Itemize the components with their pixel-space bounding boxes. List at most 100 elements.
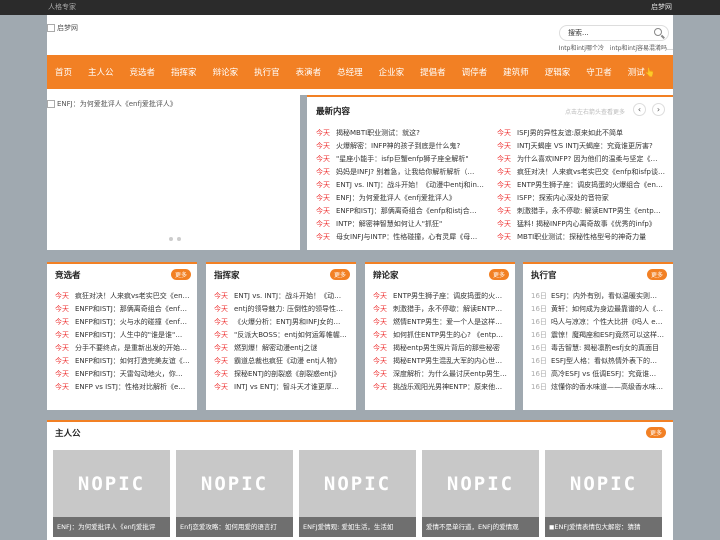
- nav-item-executive[interactable]: 执行官: [246, 66, 288, 78]
- list-item[interactable]: 今天 ENTJ vs. INTJ：战斗开始！《动…: [214, 290, 350, 303]
- nav-item-entrepreneur[interactable]: 企业家: [371, 66, 413, 78]
- thumbnail-caption[interactable]: ENFJ爱情观: 爱如生活，生活如: [299, 517, 416, 537]
- list-item[interactable]: 今天 深度解析：为什么最讨厌entp男生…: [373, 368, 509, 381]
- nopic-placeholder-image[interactable]: NOPIC: [545, 450, 662, 517]
- list-item[interactable]: 今天 疯狂对决！人来疯vs老实巴交《enfp和isfp谈…: [497, 166, 667, 179]
- list-item[interactable]: 今天 猛料! 揭秘INFP内心离奇故事《优秀的infp》: [497, 218, 667, 231]
- nav-item-campaigner[interactable]: 竞选者: [122, 66, 164, 78]
- next-arrow-icon[interactable]: ›: [652, 103, 665, 116]
- item-title-link[interactable]: 深度解析：为什么最讨厌entp男生…: [393, 368, 507, 381]
- list-item[interactable]: 今天 ISFJ男的异性友谊:原来如此不简单: [497, 127, 667, 140]
- item-title-link[interactable]: MBTI职业测试：探秘性格型号的神奇力量: [517, 231, 646, 244]
- thumbnail-caption[interactable]: 爱情不是单行道，ENFJ的爱情观: [422, 517, 539, 537]
- list-item[interactable]: 今天 妈妈是INFJ? 别着急，让我给你解析解析（…: [316, 166, 491, 179]
- slider-dot[interactable]: [177, 237, 181, 241]
- list-item[interactable]: 今天 MBTI职业测试：探秘性格型号的神奇力量: [497, 231, 667, 244]
- item-title-link[interactable]: 疯狂对决！人来疯vs老实巴交《enfp…: [75, 290, 191, 303]
- item-title-link[interactable]: 吗人与凉凉：个性大比拼《吗人 e…: [551, 316, 663, 329]
- nopic-placeholder-image[interactable]: NOPIC: [176, 450, 293, 517]
- item-title-link[interactable]: 《火爆分析：ENTJ男和INFJ女的…: [234, 316, 340, 329]
- list-item[interactable]: 今天 霸道总裁也疯狂《动漫 entj人物》: [214, 355, 350, 368]
- list-item[interactable]: 今天 "反派大BOSS：entj如何运筹帷幄…: [214, 329, 350, 342]
- item-title-link[interactable]: 燃到爆！解密动漫entj之谜: [234, 342, 317, 355]
- list-item[interactable]: 今天 刺激猎手，永不停歇: 解读ENTP男生《entp…: [497, 205, 667, 218]
- item-title-link[interactable]: ENTJ vs. INTJ：战斗开始！《动…: [234, 290, 341, 303]
- more-button[interactable]: 更多: [488, 269, 509, 280]
- item-title-link[interactable]: ISFP：探索内心深处的音符家: [517, 192, 609, 205]
- list-item[interactable]: 今天 INTJ天蝎座 VS INTJ天蝎座：究竟谁更厉害?: [497, 140, 667, 153]
- nopic-placeholder-image[interactable]: NOPIC: [53, 450, 170, 517]
- item-title-link[interactable]: "反派大BOSS：entj如何运筹帷幄…: [234, 329, 347, 342]
- list-item[interactable]: 今天 火爆解密：INFP神的孩子到底是什么鬼?: [316, 140, 491, 153]
- nav-item-debater[interactable]: 辩论家: [205, 66, 247, 78]
- item-title-link[interactable]: 疯狂对决！人来疯vs老实巴交《enfp和isfp谈…: [517, 166, 665, 179]
- list-item[interactable]: 今天 揭秘MBTI职业测试：就这?: [316, 127, 491, 140]
- list-item[interactable]: 今天 ISFP：探索内心深处的音符家: [497, 192, 667, 205]
- hot-search-link[interactable]: Intp和intj哪个冷: [559, 45, 604, 52]
- nav-item-commander[interactable]: 指挥家: [163, 66, 205, 78]
- item-title-link[interactable]: ESFJ：内外有别，看似温暖实则…: [551, 290, 657, 303]
- item-title-link[interactable]: 火爆解密：INFP神的孩子到底是什么鬼?: [336, 140, 460, 153]
- list-item[interactable]: 今天 INTP：解密神智慧如何让人"抓狂": [316, 218, 491, 231]
- more-button[interactable]: 更多: [645, 427, 666, 438]
- top-bar-site-link[interactable]: 启梦网: [651, 0, 672, 15]
- item-title-link[interactable]: entj的领导魅力: 压倒性的领导性…: [234, 303, 343, 316]
- item-title-link[interactable]: 分手不要终点，是重新出发的开始…: [75, 342, 187, 355]
- list-item[interactable]: 16日 吗人与凉凉：个性大比拼《吗人 e…: [531, 316, 667, 329]
- item-title-link[interactable]: ENFJ：为何爱批评人《enfj爱批评人》: [336, 192, 456, 205]
- item-title-link[interactable]: ENFP vs ISTJ：性格对比解析《e…: [75, 381, 185, 394]
- list-item[interactable]: 16日 高冷ESFJ vs 低调ESFJ：究竟谁…: [531, 368, 667, 381]
- list-item[interactable]: 今天 燃情ENTP男生：爱一个人是这样…: [373, 316, 509, 329]
- item-title-link[interactable]: "星座小能手：isfp巨蟹enfp狮子座全解析": [336, 153, 469, 166]
- item-title-link[interactable]: INTJ vs ENTJ：智斗天才谁更厚…: [234, 381, 339, 394]
- item-title-link[interactable]: 揭秘MBTI职业测试：就这?: [336, 127, 420, 140]
- list-item[interactable]: 今天 为什么喜欢INFP? 因为他们的温柔与坚定《…: [497, 153, 667, 166]
- list-item[interactable]: 今天 挑战乐观阳光男神ENTP：原来他…: [373, 381, 509, 394]
- list-item[interactable]: 今天 ENFP和ISTJ：如何打造完美友谊《…: [55, 355, 191, 368]
- item-title-link[interactable]: ENFP和ISTJ：人生中的"谁是谁"…: [75, 329, 182, 342]
- list-item[interactable]: 今天 刺激猎手，永不停歇：解读ENTP…: [373, 303, 509, 316]
- list-item[interactable]: 今天 ENFP和ISTJ：那俩离奇组合《enfp和…: [55, 303, 191, 316]
- more-button[interactable]: 更多: [329, 269, 350, 280]
- item-title-link[interactable]: 高冷ESFJ vs 低调ESFJ：究竟谁…: [551, 368, 656, 381]
- slider-dot[interactable]: [169, 237, 173, 241]
- list-item[interactable]: 今天 母女INFJ与INTP：性格碰撞，心有灵犀《母…: [316, 231, 491, 244]
- nav-item-consul[interactable]: 总经理: [329, 66, 371, 78]
- item-title-link[interactable]: 刺激猎手，永不停歇: 解读ENTP男生《entp…: [517, 205, 661, 218]
- nav-item-defender[interactable]: 守卫者: [578, 66, 620, 78]
- article-thumbnail[interactable]: NOPIC 爱情不是单行道，ENFJ的爱情观: [422, 450, 539, 540]
- list-item[interactable]: 今天 INTJ vs ENTJ：智斗天才谁更厚…: [214, 381, 350, 394]
- more-button[interactable]: 更多: [170, 269, 191, 280]
- list-item[interactable]: 今天 ENFP和ISTJ：火与水的碰撞《enfp…: [55, 316, 191, 329]
- nopic-placeholder-image[interactable]: NOPIC: [422, 450, 539, 517]
- item-title-link[interactable]: ENFP和ISTJ：那俩离奇组合《enfp和…: [75, 303, 191, 316]
- list-item[interactable]: 今天 entj的领导魅力: 压倒性的领导性…: [214, 303, 350, 316]
- article-thumbnail[interactable]: NOPIC ENFJ爱情观: 爱如生活，生活如: [299, 450, 416, 540]
- list-item[interactable]: 今天 如何抓住ENTP男生的心? 《entp…: [373, 329, 509, 342]
- list-item[interactable]: 今天 探秘ENTJ的剖裂惑《剖裂惑entj》: [214, 368, 350, 381]
- item-title-link[interactable]: INTP：解密神智慧如何让人"抓狂": [336, 218, 442, 231]
- item-title-link[interactable]: ISFJ男的异性友谊:原来如此不简单: [517, 127, 623, 140]
- item-title-link[interactable]: 猛料! 揭秘INFP内心离奇故事《优秀的infp》: [517, 218, 656, 231]
- nav-item-test[interactable]: 测试👆: [620, 66, 664, 78]
- list-item[interactable]: 今天 揭秘ENTP男生混乱大军的内心世…: [373, 355, 509, 368]
- thumbnail-caption[interactable]: ◼ENFJ爱情表情包大解密：猜猜: [545, 517, 662, 537]
- item-title-link[interactable]: ENFP和ISTJ：天雷勾动地火，你…: [75, 368, 183, 381]
- item-title-link[interactable]: 刺激猎手，永不停歇：解读ENTP…: [393, 303, 502, 316]
- item-title-link[interactable]: 母女INFJ与INTP：性格碰撞，心有灵犀《母…: [336, 231, 477, 244]
- nav-item-protagonist[interactable]: 主人公: [80, 66, 122, 78]
- nav-item-architect[interactable]: 建筑师: [495, 66, 537, 78]
- list-item[interactable]: 今天 ENFJ：为何爱批评人《enfj爱批评人》: [316, 192, 491, 205]
- nav-item-home[interactable]: 首页: [47, 66, 80, 78]
- nopic-placeholder-image[interactable]: NOPIC: [299, 450, 416, 517]
- list-item[interactable]: 今天 ENTJ vs. INTJ：战斗开始！《动漫中entj和in…: [316, 179, 491, 192]
- item-title-link[interactable]: 揭秘entp男生照片背后的那些秘密: [393, 342, 500, 355]
- list-item[interactable]: 今天 分手不要终点，是重新出发的开始…: [55, 342, 191, 355]
- item-title-link[interactable]: 如何抓住ENTP男生的心? 《entp…: [393, 329, 503, 342]
- article-thumbnail[interactable]: NOPIC ENFJ：为何爱批评人《enfj爱批评: [53, 450, 170, 540]
- nav-item-mediator[interactable]: 调停者: [454, 66, 496, 78]
- item-title-link[interactable]: ENTP男生狮子座：调皮捣蛋的火爆组合《en…: [517, 179, 663, 192]
- hot-search-link[interactable]: intp和intj容易混淆吗…: [610, 45, 673, 52]
- list-item[interactable]: 今天 ENFP和ISTJ：那俩离奇组合《enfp和istj合…: [316, 205, 491, 218]
- item-title-link[interactable]: 震惊！魔羯座和ESFJ竟然可以这样…: [551, 329, 664, 342]
